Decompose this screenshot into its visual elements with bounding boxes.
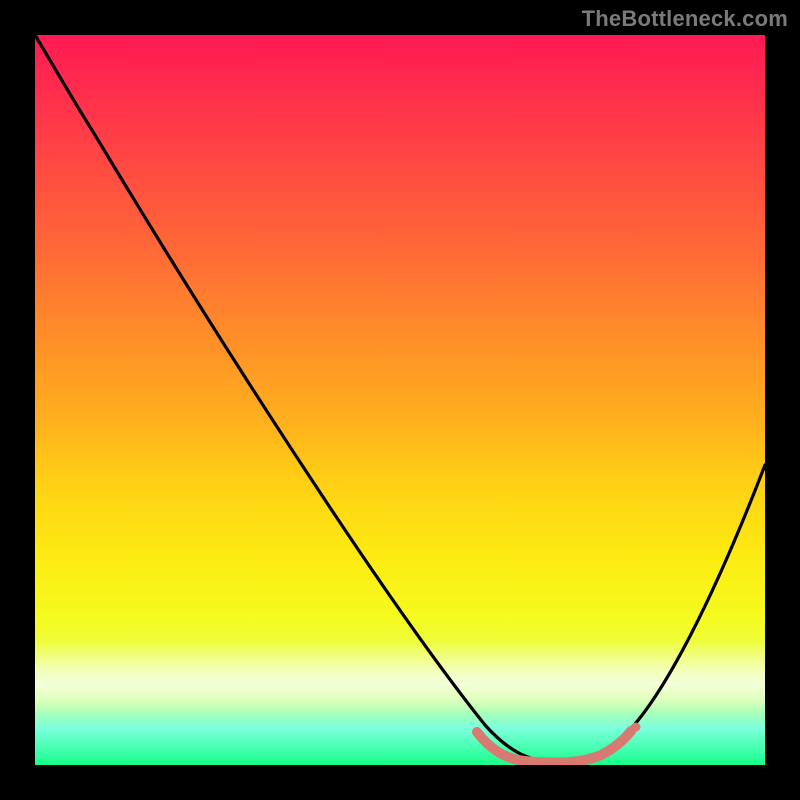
bottleneck-valley-highlight-path bbox=[477, 731, 631, 763]
chart-svg bbox=[35, 35, 765, 765]
valley-end-dot bbox=[632, 723, 641, 732]
watermark-text: TheBottleneck.com bbox=[582, 6, 788, 32]
bottleneck-curve-path bbox=[35, 35, 765, 762]
chart-plot-area bbox=[35, 35, 765, 765]
